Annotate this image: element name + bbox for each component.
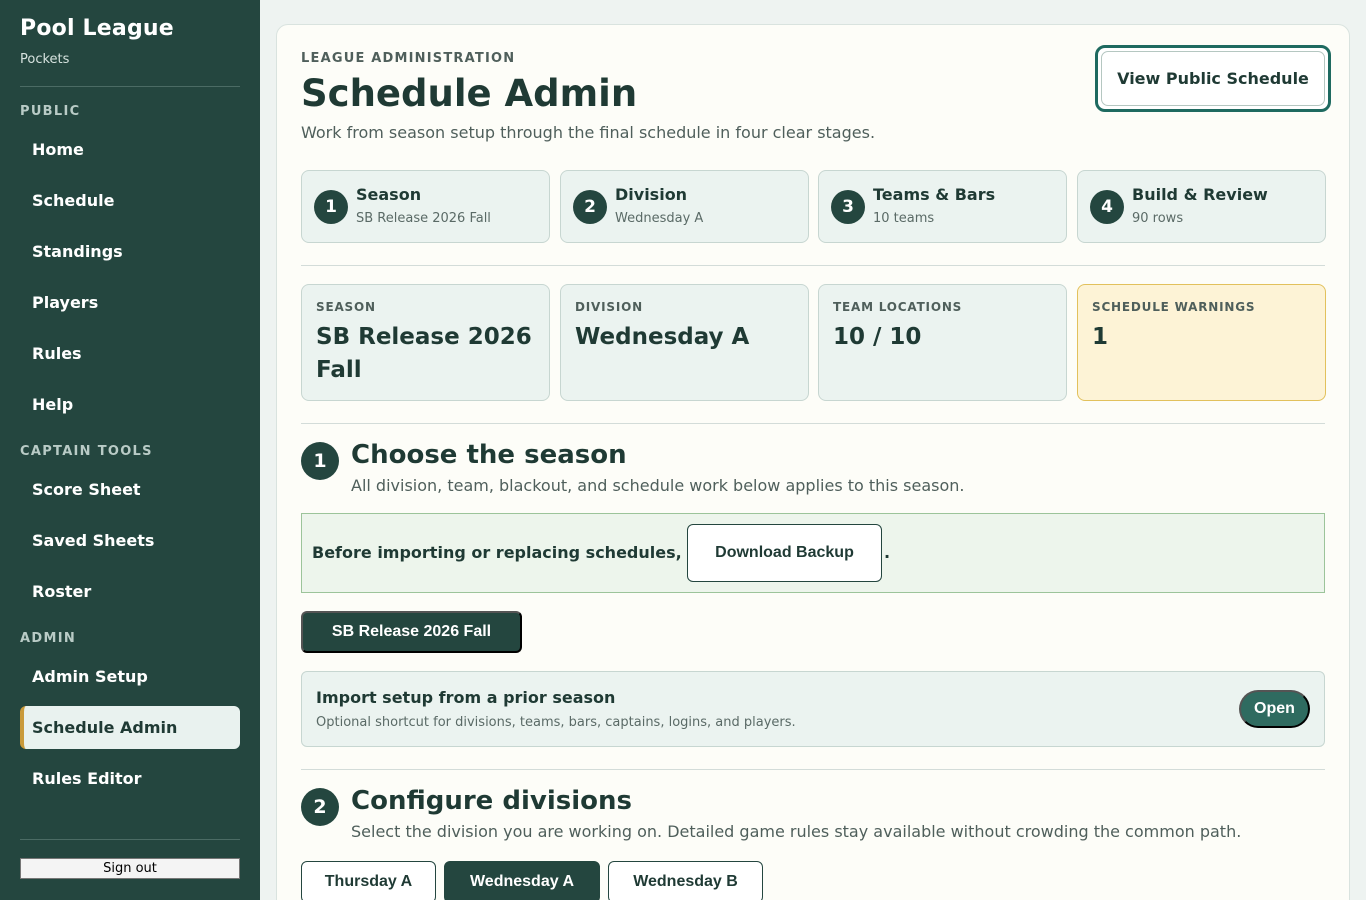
stat-division: DIVISION Wednesday A <box>560 284 809 401</box>
stat-season: SEASON SB Release 2026 Fall <box>301 284 550 401</box>
step-title: Build & Review <box>1132 185 1268 204</box>
sidebar-divider <box>20 839 240 840</box>
season-select-button[interactable]: SB Release 2026 Fall <box>301 611 522 653</box>
step-build-review[interactable]: 4 Build & Review 90 rows <box>1077 170 1326 243</box>
view-public-schedule-button[interactable]: View Public Schedule <box>1095 45 1331 112</box>
section-title-choose-season: Choose the season <box>351 440 627 470</box>
section-number: 2 <box>301 788 339 826</box>
import-open-button[interactable]: Open <box>1239 690 1310 728</box>
stat-value: 1 <box>1092 324 1109 350</box>
section-divider <box>301 769 1325 770</box>
page-eyebrow: LEAGUE ADMINISTRATION <box>301 51 516 66</box>
step-title: Season <box>356 185 422 204</box>
stat-label: DIVISION <box>575 300 643 314</box>
stat-value: SB Release 2026 Fall <box>316 324 532 383</box>
sidebar-item-help[interactable]: Help <box>20 383 240 426</box>
section-title-configure-divisions: Configure divisions <box>351 786 632 816</box>
section-description: Select the division you are working on. … <box>351 822 1242 841</box>
main-card: LEAGUE ADMINISTRATION Schedule Admin Wor… <box>276 24 1350 900</box>
step-subtitle: SB Release 2026 Fall <box>356 211 491 226</box>
sidebar-section-admin: ADMIN <box>20 631 77 646</box>
import-prior-season-panel: Import setup from a prior season Optiona… <box>301 671 1325 747</box>
sidebar-item-schedule[interactable]: Schedule <box>20 179 240 222</box>
import-title: Import setup from a prior season <box>316 688 616 707</box>
import-description: Optional shortcut for divisions, teams, … <box>316 715 796 730</box>
backup-notice-text: Before importing or replacing schedules, <box>312 543 682 562</box>
sidebar-section-captain-tools: CAPTAIN TOOLS <box>20 444 153 459</box>
step-number: 4 <box>1090 190 1124 224</box>
stat-schedule-warnings: SCHEDULE WARNINGS 1 <box>1077 284 1326 401</box>
page-lead: Work from season setup through the final… <box>301 123 876 142</box>
stat-value: Wednesday A <box>575 324 750 350</box>
step-subtitle: Wednesday A <box>615 211 704 226</box>
step-number: 3 <box>831 190 865 224</box>
sidebar-item-rules[interactable]: Rules <box>20 332 240 375</box>
sidebar-item-rules-editor[interactable]: Rules Editor <box>20 757 240 800</box>
section-divider <box>301 265 1325 266</box>
division-tab-wednesday-a[interactable]: Wednesday A <box>444 861 600 900</box>
backup-notice: Before importing or replacing schedules,… <box>301 513 1325 593</box>
division-tab-wednesday-b[interactable]: Wednesday B <box>608 861 763 900</box>
section-description: All division, team, blackout, and schedu… <box>351 476 965 495</box>
step-division[interactable]: 2 Division Wednesday A <box>560 170 809 243</box>
step-title: Teams & Bars <box>873 185 996 204</box>
app-subtitle: Pockets <box>20 52 70 67</box>
section-divider <box>301 423 1325 424</box>
sidebar-item-standings[interactable]: Standings <box>20 230 240 273</box>
section-number: 1 <box>301 442 339 480</box>
sidebar-item-home[interactable]: Home <box>20 128 240 171</box>
sidebar-item-admin-setup[interactable]: Admin Setup <box>20 655 240 698</box>
step-subtitle: 10 teams <box>873 211 935 226</box>
sidebar-item-schedule-admin[interactable]: Schedule Admin <box>20 706 240 749</box>
sidebar-item-saved-sheets[interactable]: Saved Sheets <box>20 519 240 562</box>
division-tab-thursday-a[interactable]: Thursday A <box>301 861 436 900</box>
view-public-schedule-label: View Public Schedule <box>1101 51 1325 106</box>
sidebar-item-roster[interactable]: Roster <box>20 570 240 613</box>
step-subtitle: 90 rows <box>1132 211 1184 226</box>
sign-out-button[interactable]: Sign out <box>20 858 240 879</box>
stat-label: SCHEDULE WARNINGS <box>1092 300 1256 314</box>
step-number: 2 <box>573 190 607 224</box>
step-season[interactable]: 1 Season SB Release 2026 Fall <box>301 170 550 243</box>
sidebar-item-score-sheet[interactable]: Score Sheet <box>20 468 240 511</box>
stat-value: 10 / 10 <box>833 324 922 350</box>
sidebar-item-players[interactable]: Players <box>20 281 240 324</box>
step-teams-bars[interactable]: 3 Teams & Bars 10 teams <box>818 170 1067 243</box>
step-title: Division <box>615 185 688 204</box>
stat-team-locations: TEAM LOCATIONS 10 / 10 <box>818 284 1067 401</box>
backup-notice-suffix: . <box>884 543 891 562</box>
sidebar-divider <box>20 86 240 87</box>
stat-label: TEAM LOCATIONS <box>833 300 963 314</box>
sidebar-section-public: PUBLIC <box>20 104 81 119</box>
page-title: Schedule Admin <box>301 72 638 115</box>
stat-label: SEASON <box>316 300 376 314</box>
sidebar: Pool League Pockets PUBLIC Home Schedule… <box>0 0 260 900</box>
step-number: 1 <box>314 190 348 224</box>
app-title: Pool League <box>20 16 174 41</box>
download-backup-button[interactable]: Download Backup <box>687 524 882 582</box>
